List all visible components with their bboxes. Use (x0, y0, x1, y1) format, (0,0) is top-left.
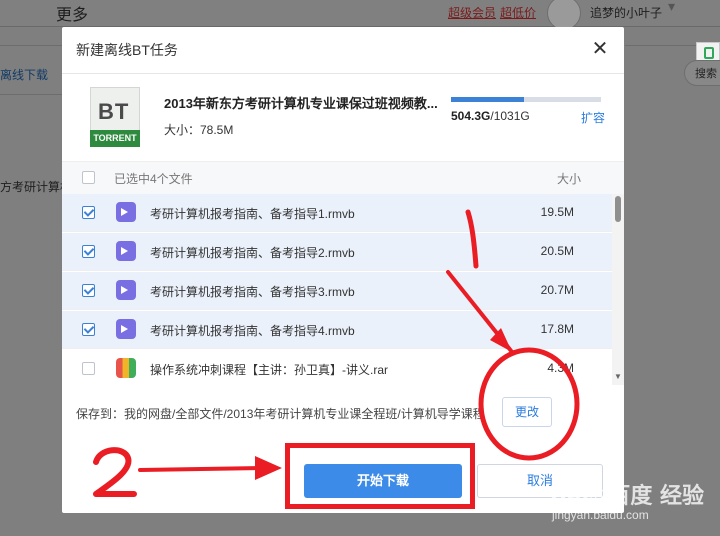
file-checkbox[interactable] (82, 323, 95, 336)
expand-storage-link[interactable]: 扩容 (581, 109, 605, 126)
torrent-title: 2013年新东方考研计算机专业课保过班视频教... (164, 96, 438, 111)
size-column-header: 大小 (557, 172, 582, 186)
file-name: 考研计算机报考指南、备考指导2.rmvb (150, 246, 355, 260)
file-list-header: 已选中4个文件 大小 (62, 161, 624, 195)
video-file-icon (116, 241, 136, 261)
vip-price-link[interactable]: 超低价 (500, 4, 536, 21)
file-size: 19.5M (540, 205, 574, 219)
scroll-down-icon[interactable]: ▼ (614, 372, 622, 381)
close-icon[interactable]: ✕ (588, 37, 612, 61)
storage-usage-fill (451, 97, 525, 102)
user-dropdown-icon[interactable]: ▾ (668, 0, 675, 15)
file-name: 操作系统冲刺课程【主讲：孙卫真】-讲义.rar (150, 363, 388, 377)
annotation-highlight-box (285, 443, 475, 509)
file-size: 4.3M (547, 361, 574, 375)
storage-usage-bar (451, 97, 601, 102)
file-checkbox[interactable] (82, 245, 95, 258)
file-name: 考研计算机报考指南、备考指导1.rmvb (150, 207, 355, 221)
file-checkbox[interactable] (82, 362, 95, 375)
video-file-icon (116, 202, 136, 222)
divider (0, 45, 62, 46)
divider (0, 94, 62, 95)
storage-total: /1031G (490, 109, 530, 123)
torrent-icon-tag: TORRENT (90, 130, 140, 147)
offline-download-tab[interactable]: 离线下载 (0, 66, 48, 83)
watermark-logo: Bai◎百度 经验 (550, 484, 705, 509)
video-file-icon (116, 280, 136, 300)
file-checkbox[interactable] (82, 206, 95, 219)
username[interactable]: 追梦的小叶子 (590, 4, 662, 21)
select-all-checkbox[interactable] (82, 171, 95, 184)
file-name: 考研计算机报考指南、备考指导3.rmvb (150, 285, 355, 299)
torrent-file-icon: BT TORRENT (90, 87, 140, 147)
torrent-icon-text: BT (98, 99, 130, 124)
list-item[interactable]: 考研计算机报考指南、备考指导4.rmvb 17.8M (62, 311, 612, 349)
selected-count: 已选中4个文件 (114, 172, 193, 186)
new-offline-bt-task-dialog: 新建离线BT任务 ✕ BT TORRENT 2013年新东方考研计算机专业课保过… (62, 27, 624, 513)
storage-used: 504.3G (451, 109, 491, 123)
file-size: 20.7M (540, 283, 574, 297)
file-size: 20.5M (540, 244, 574, 258)
list-item[interactable]: 考研计算机报考指南、备考指导1.rmvb 19.5M (62, 194, 612, 232)
file-list: 考研计算机报考指南、备考指导1.rmvb 19.5M 考研计算机报考指南、备考指… (62, 194, 612, 385)
dialog-header: 新建离线BT任务 ✕ (62, 27, 624, 74)
file-name: 考研计算机报考指南、备考指导4.rmvb (150, 324, 355, 338)
file-checkbox[interactable] (82, 284, 95, 297)
list-item[interactable]: 操作系统冲刺课程【主讲：孙卫真】-讲义.rar 4.3M (62, 350, 612, 385)
file-size: 17.8M (540, 322, 574, 336)
storage-usage-text: 504.3G/1031G (451, 109, 530, 123)
search-input[interactable]: 搜索 (684, 60, 720, 86)
file-list-scrollbar[interactable]: ▼ (612, 194, 624, 385)
save-path: 保存到：我的网盘/全部文件/2013年考研计算机专业课全程班/计算机导学课程 (76, 407, 485, 421)
change-path-button[interactable]: 更改 (502, 397, 552, 427)
torrent-size: 大小：78.5M (164, 123, 234, 137)
archive-file-icon (116, 358, 136, 378)
watermark-url: jingyan.baidu.com (552, 508, 649, 522)
list-item[interactable]: 考研计算机报考指南、备考指导3.rmvb 20.7M (62, 272, 612, 310)
list-item[interactable]: 考研计算机报考指南、备考指导2.rmvb 20.5M (62, 233, 612, 271)
scrollbar-thumb[interactable] (615, 196, 621, 222)
vip-link[interactable]: 超级会员 (448, 4, 496, 21)
more-menu[interactable]: 更多 (56, 1, 88, 25)
video-file-icon (116, 319, 136, 339)
dialog-title: 新建离线BT任务 (76, 42, 178, 58)
